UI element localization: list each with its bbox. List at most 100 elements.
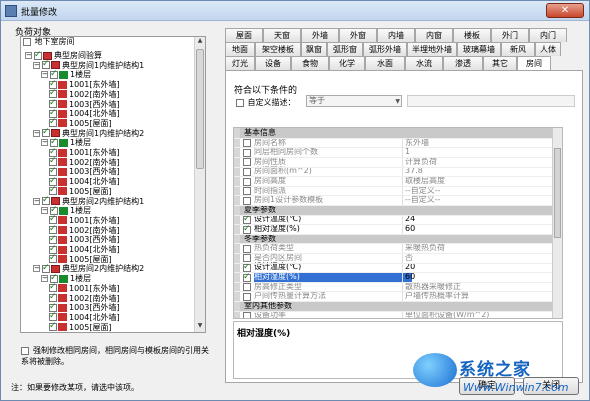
property-row[interactable]: 房间性质 计算负荷	[234, 156, 562, 168]
tree-node-checkbox[interactable]	[49, 117, 57, 128]
tree-node-checkbox[interactable]	[34, 50, 42, 61]
underground-checkbox[interactable]	[23, 37, 31, 46]
tab-item[interactable]: 外门	[491, 28, 529, 42]
property-value[interactable]: 60	[402, 224, 562, 234]
tab-item[interactable]: 食物	[291, 56, 329, 70]
property-row[interactable]: 房间高度 取楼层高度	[234, 176, 562, 187]
property-section-header[interactable]: 基本信息	[234, 128, 562, 139]
tree-node-checkbox[interactable]	[49, 253, 57, 264]
tab-item[interactable]: 房间	[517, 56, 551, 71]
tab-item[interactable]: 外窗	[339, 28, 377, 42]
collapse-icon[interactable]: −	[33, 197, 40, 205]
property-section-header[interactable]: 夏季参数	[234, 204, 562, 216]
property-value[interactable]: --自定义--	[402, 195, 562, 206]
property-row[interactable]: 设计温度(℃) 24	[234, 214, 562, 226]
property-row[interactable]: 同层相同房间个数 1	[234, 147, 562, 158]
tree-node-checkbox[interactable]	[42, 195, 50, 206]
property-value[interactable]: 24	[402, 214, 562, 225]
property-row[interactable]: 设计温度(℃) 20	[234, 262, 562, 274]
property-grid[interactable]: 设备功率 单位面积设备(W/m^2) 室内其他参数 户间传热量计算方法 户墙传热概率计算…	[233, 127, 563, 319]
property-value[interactable]: 户墙传热概率计算	[402, 291, 562, 302]
tree-node-checkbox[interactable]	[49, 185, 57, 196]
force-modify-option[interactable]: 强制修改相同房间，相同房间与模板房间的引用关系将被删除。	[21, 345, 211, 367]
property-value[interactable]: 取楼层高度	[402, 176, 562, 186]
custom-desc-option[interactable]: 自定义描述：	[236, 97, 296, 108]
property-row[interactable]: 房间1设计参数模板 --自定义--	[234, 195, 562, 206]
property-value[interactable]: 37.8	[402, 166, 562, 177]
custom-desc-checkbox[interactable]	[236, 98, 244, 107]
property-value[interactable]: 1	[402, 147, 562, 158]
tab-item[interactable]: 地面	[225, 42, 255, 56]
property-checkbox[interactable]	[243, 283, 251, 292]
tree-node-checkbox[interactable]	[42, 263, 50, 274]
tree-scroll-thumb[interactable]	[196, 49, 204, 169]
property-value[interactable]: 20	[402, 262, 562, 273]
tab-item[interactable]: 水流	[405, 56, 443, 70]
property-checkbox[interactable]	[243, 262, 251, 272]
property-row[interactable]: 相对湿度(%)60	[234, 272, 562, 283]
property-row[interactable]: 热负荷类型 采暖热负荷	[234, 243, 562, 254]
tab-item[interactable]: 内墙	[377, 28, 415, 42]
tree-node-checkbox[interactable]	[42, 59, 50, 70]
force-modify-checkbox[interactable]	[21, 347, 29, 355]
property-checkbox[interactable]	[243, 167, 251, 176]
collapse-icon[interactable]: −	[41, 71, 48, 79]
property-checkbox[interactable]	[243, 311, 251, 318]
tab-item[interactable]: 玻璃幕墙	[457, 42, 501, 56]
property-value[interactable]: 东外墙	[402, 137, 562, 148]
grid-scrollbar[interactable]	[552, 128, 562, 318]
tree-node-checkbox[interactable]	[42, 127, 50, 138]
property-checkbox[interactable]	[243, 244, 251, 253]
tab-item[interactable]: 人体	[535, 42, 561, 56]
scroll-up-icon[interactable]: ▲	[196, 37, 204, 47]
property-value[interactable]: 60	[402, 272, 562, 282]
tab-item[interactable]: 弧形外墙	[363, 42, 407, 56]
tree-scrollbar[interactable]: ▲ ▼	[194, 37, 205, 332]
property-row[interactable]: 房间名称 东外墙	[234, 137, 562, 149]
tab-item[interactable]: 新风	[501, 42, 535, 56]
property-value[interactable]: 散热器采暖修正	[402, 281, 562, 292]
scroll-down-icon[interactable]: ▼	[196, 322, 204, 332]
property-row[interactable]: 房高修正类型 散热器采暖修正	[234, 281, 562, 293]
property-checkbox[interactable]	[243, 187, 251, 196]
property-row[interactable]: 时间指派 --自定义--	[234, 185, 562, 197]
property-checkbox[interactable]	[243, 224, 251, 234]
tab-item[interactable]: 水面	[365, 56, 405, 70]
collapse-icon[interactable]: −	[41, 139, 48, 147]
property-checkbox[interactable]	[243, 148, 251, 157]
tree-node[interactable]: 1005[屋面]	[49, 321, 112, 332]
property-row[interactable]: 设备功率 单位面积设备(W/m^2)	[234, 310, 562, 318]
tree-node-checkbox[interactable]	[49, 321, 57, 332]
tab-item[interactable]: 设备	[255, 56, 291, 70]
property-value[interactable]: 计算负荷	[402, 156, 562, 167]
property-row[interactable]: 相对湿度(%)60	[234, 224, 562, 235]
grid-scroll-thumb[interactable]	[554, 148, 561, 238]
tab-item[interactable]: 外墙	[301, 28, 339, 42]
property-checkbox[interactable]	[243, 139, 251, 148]
operator-select[interactable]: 等于 ▼	[306, 95, 402, 107]
property-row[interactable]: 户间传热量计算方法 户墙传热概率计算	[234, 291, 562, 302]
tab-item[interactable]: 半埋地外墙	[407, 42, 457, 56]
property-row[interactable]: 房间面积(m^2) 37.8	[234, 166, 562, 178]
tab-item[interactable]: 楼板	[453, 28, 491, 42]
condition-value-input[interactable]	[407, 95, 575, 107]
property-checkbox[interactable]	[243, 214, 251, 224]
property-checkbox[interactable]	[243, 196, 251, 205]
tab-item[interactable]: 化学	[329, 56, 365, 70]
property-checkbox[interactable]	[243, 292, 251, 301]
property-section-header[interactable]: 室内其他参数	[234, 300, 562, 312]
collapse-icon[interactable]: −	[41, 275, 48, 283]
property-checkbox[interactable]	[243, 177, 251, 186]
property-value[interactable]: 单位面积设备(W/m^2)	[402, 310, 562, 318]
load-object-tree[interactable]: ▲ ▼ −典型房间验算−典型房间1内维护结构1−1楼层1001[东外墙]1002…	[20, 36, 206, 333]
collapse-icon[interactable]: −	[41, 207, 48, 215]
tab-item[interactable]: 渗透	[443, 56, 483, 70]
underground-option[interactable]: 地下室房间	[23, 36, 75, 47]
collapse-icon[interactable]: −	[33, 129, 40, 137]
tab-item[interactable]: 内窗	[415, 28, 453, 42]
tab-item[interactable]: 弧形窗	[327, 42, 363, 56]
tab-item[interactable]: 灯光	[225, 56, 255, 70]
collapse-icon[interactable]: −	[33, 265, 40, 273]
property-checkbox[interactable]	[243, 158, 251, 167]
collapse-icon[interactable]: −	[33, 61, 40, 69]
